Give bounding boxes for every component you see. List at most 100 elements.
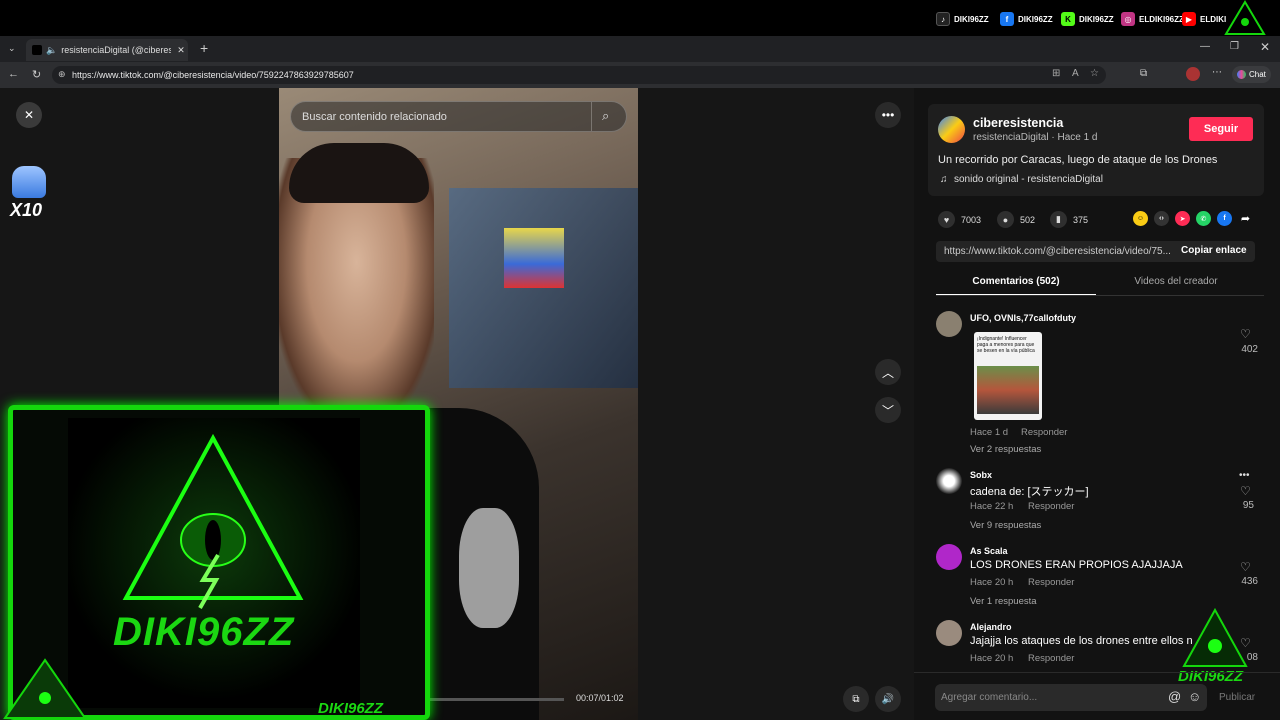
chat-button[interactable]: Chat xyxy=(1232,66,1271,83)
emoji-icon[interactable]: ☺ xyxy=(1188,689,1201,704)
extensions-icon[interactable]: ⧉ xyxy=(1140,68,1147,79)
reply-button[interactable]: Responder xyxy=(1028,577,1074,588)
tab-title: resistenciaDigital (@ciberesist xyxy=(61,45,172,55)
facebook-share-icon[interactable]: f xyxy=(1217,211,1232,226)
music-note-icon: ♫ xyxy=(940,174,948,185)
share-friends-icon[interactable]: ☺ xyxy=(1133,211,1148,226)
eye-triangle-emblem-icon xyxy=(122,433,304,609)
save-stat[interactable]: ▮ 375 xyxy=(1050,211,1088,228)
close-player-button[interactable]: ✕ xyxy=(16,102,42,128)
comment-text: cadena de: [ステッカー] xyxy=(970,486,1089,498)
more-menu-icon[interactable]: ⋯ xyxy=(1212,67,1222,78)
related-search-input[interactable]: Buscar contenido relacionado ⌕ xyxy=(290,101,627,132)
comment-author[interactable]: Alejandro xyxy=(970,622,1012,632)
comment-author[interactable]: As Scala xyxy=(970,546,1008,556)
tab-list-icon[interactable]: ⌄ xyxy=(8,43,16,54)
social-bar: ♪ DIKI96ZZ f DIKI96ZZ K DIKI96ZZ ◎ ELDIKI96Z… xyxy=(0,0,1280,36)
volume-icon: 🔊 xyxy=(881,693,895,705)
car-window xyxy=(449,188,638,388)
speaker-icon[interactable]: 🔈 xyxy=(46,45,57,56)
pip-button[interactable]: ⧉ xyxy=(843,686,869,712)
site-info-icon[interactable]: ⊕ xyxy=(58,69,66,80)
author-handle-time: resistenciaDigital · Hace 1 d xyxy=(973,132,1098,143)
view-replies-button[interactable]: Ver 1 respuesta xyxy=(970,596,1037,607)
comment-input[interactable]: Agregar comentario... xyxy=(935,684,1207,711)
comment-time: Hace 20 h xyxy=(970,653,1014,664)
copy-link-button[interactable]: Copiar enlace xyxy=(1181,245,1247,256)
heart-outline-icon[interactable]: ♡ xyxy=(1240,560,1251,574)
send-icon[interactable]: ➤ xyxy=(1175,211,1190,226)
comment-avatar[interactable] xyxy=(936,311,962,337)
youtube-icon: ▶ xyxy=(1182,12,1196,26)
url-field[interactable]: ⊕ https://www.tiktok.com/@ciberesistenci… xyxy=(52,66,1106,84)
browser-tab[interactable]: 🔈 resistenciaDigital (@ciberesist ✕ xyxy=(26,39,188,61)
previous-video-button[interactable]: ︿ xyxy=(875,359,901,385)
video-hair xyxy=(289,143,429,203)
close-window-icon[interactable]: ✕ xyxy=(1260,40,1270,54)
tab-creator-videos[interactable]: Videos del creador xyxy=(1096,276,1256,287)
comment-avatar[interactable] xyxy=(936,468,962,494)
comment-author[interactable]: UFO, OVNIs,77callofduty xyxy=(970,313,1076,323)
x10-sticker: X10 xyxy=(8,164,50,224)
tab-close-icon[interactable]: ✕ xyxy=(177,45,185,56)
eye-triangle-logo-icon xyxy=(1224,0,1266,35)
billboard xyxy=(504,228,564,288)
restore-icon[interactable]: ❐ xyxy=(1230,41,1239,52)
like-stat[interactable]: ♥ 7003 xyxy=(938,211,981,228)
new-tab-icon[interactable]: + xyxy=(200,40,208,56)
comment-likes: 402 xyxy=(1241,344,1258,355)
instagram-icon: ◎ xyxy=(1121,12,1135,26)
comment-stat[interactable]: ● 502 xyxy=(997,211,1035,228)
heart-outline-icon[interactable]: ♡ xyxy=(1240,484,1251,498)
next-video-button[interactable]: ﹀ xyxy=(875,397,901,423)
comment-more-icon[interactable]: ••• xyxy=(1239,470,1250,481)
reload-icon[interactable]: ↻ xyxy=(32,68,41,81)
comment-avatar[interactable] xyxy=(936,544,962,570)
heart-icon: ♥ xyxy=(938,211,955,228)
sound-link[interactable]: sonido original - resistenciaDigital xyxy=(954,174,1103,185)
translate-icon[interactable]: A xyxy=(1072,68,1079,79)
shirt-print xyxy=(459,508,519,628)
social-facebook: f DIKI96ZZ xyxy=(1000,11,1053,27)
view-replies-button[interactable]: Ver 2 respuestas xyxy=(970,444,1041,455)
author-avatar[interactable] xyxy=(938,116,965,143)
back-icon[interactable]: ← xyxy=(8,68,19,80)
reply-button[interactable]: Responder xyxy=(1021,427,1067,438)
mention-icon[interactable]: @ xyxy=(1168,689,1181,704)
reply-button[interactable]: Responder xyxy=(1028,653,1074,664)
follow-button[interactable]: Seguir xyxy=(1189,117,1253,141)
pip-icon: ⧉ xyxy=(852,693,860,705)
more-options-button[interactable]: ••• xyxy=(875,102,901,128)
bookmark-icon: ▮ xyxy=(1050,211,1067,228)
comment-avatar[interactable] xyxy=(936,620,962,646)
comment-author[interactable]: Sobx xyxy=(970,470,992,480)
minimize-icon[interactable]: — xyxy=(1200,41,1210,52)
view-replies-button[interactable]: Ver 9 respuestas xyxy=(970,520,1041,531)
volume-button[interactable]: 🔊 xyxy=(875,686,901,712)
social-kick: K DIKI96ZZ xyxy=(1061,11,1114,27)
search-icon[interactable]: ⌕ xyxy=(602,108,609,124)
post-caption: Un recorrido por Caracas, luego de ataqu… xyxy=(938,154,1218,166)
heart-outline-icon[interactable]: ♡ xyxy=(1240,327,1251,341)
comment-likes: 436 xyxy=(1241,576,1258,587)
read-aloud-icon[interactable]: ⊞ xyxy=(1052,68,1060,79)
comment-text: LOS DRONES ERAN PROPIOS AJAJJAJA xyxy=(970,559,1183,571)
comment-likes: 95 xyxy=(1242,500,1254,511)
publish-button[interactable]: Publicar xyxy=(1219,692,1255,703)
comment-image-photo xyxy=(977,366,1039,414)
search-divider xyxy=(591,102,592,131)
kick-icon: K xyxy=(1061,12,1075,26)
profile-avatar[interactable] xyxy=(1186,67,1200,81)
chevron-up-icon: ︿ xyxy=(881,365,894,380)
favorite-star-icon[interactable]: ☆ xyxy=(1090,68,1099,79)
chevron-down-icon: ﹀ xyxy=(881,403,894,418)
share-arrow-icon[interactable]: ➦ xyxy=(1238,211,1253,226)
whatsapp-icon[interactable]: ✆ xyxy=(1196,211,1211,226)
embed-icon[interactable]: ‹› xyxy=(1154,211,1169,226)
tab-comments[interactable]: Comentarios (502) xyxy=(936,276,1096,287)
video-link-field[interactable]: https://www.tiktok.com/@ciberesistencia/… xyxy=(936,241,1255,262)
reply-button[interactable]: Responder xyxy=(1028,501,1074,512)
social-instagram: ◎ ELDIKI96ZZ xyxy=(1121,11,1184,27)
author-name[interactable]: ciberesistencia xyxy=(973,116,1063,130)
comment-image[interactable]: ¡Indignante! Influencer paga a menores p… xyxy=(974,332,1042,420)
